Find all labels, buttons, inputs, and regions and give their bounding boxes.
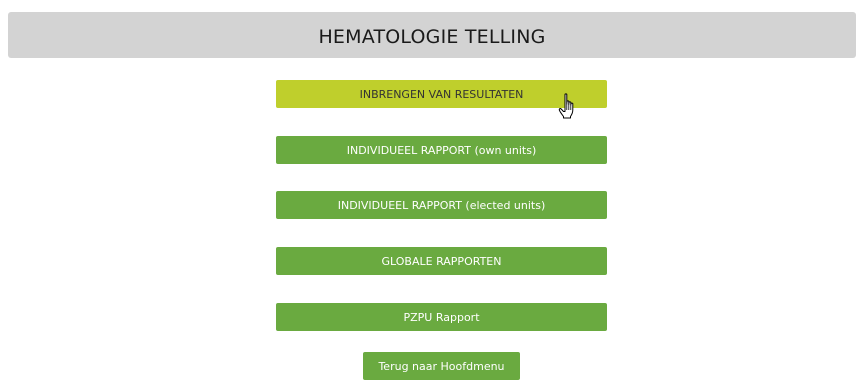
individual-report-own-units-button[interactable]: INDIVIDUEEL RAPPORT (own units) bbox=[276, 136, 607, 164]
page-header: HEMATOLOGIE TELLING bbox=[8, 12, 856, 58]
pzpu-report-button[interactable]: PZPU Rapport bbox=[276, 303, 607, 331]
individual-report-elected-units-button[interactable]: INDIVIDUEEL RAPPORT (elected units) bbox=[276, 191, 607, 219]
enter-results-button[interactable]: INBRENGEN VAN RESULTATEN bbox=[276, 80, 607, 108]
global-reports-button[interactable]: GLOBALE RAPPORTEN bbox=[276, 247, 607, 275]
page-title: HEMATOLOGIE TELLING bbox=[318, 26, 546, 48]
